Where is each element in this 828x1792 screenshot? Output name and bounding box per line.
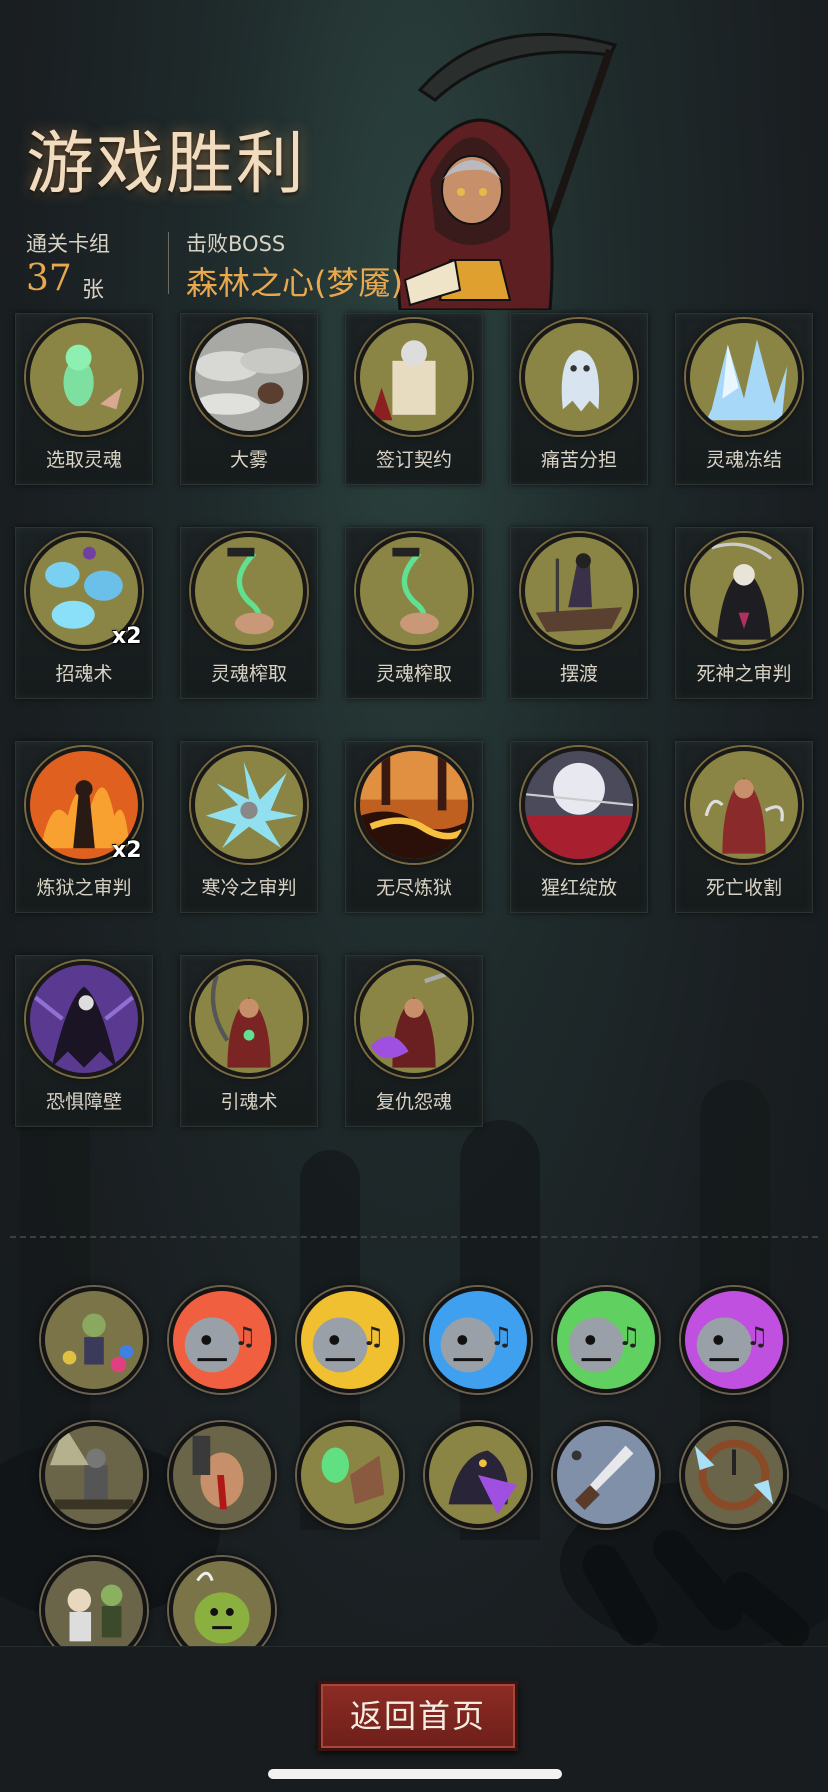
card-name: 复仇怨魂 [375, 1091, 452, 1113]
svg-text:♫: ♫ [618, 1322, 641, 1352]
footer-bar: 返回首页 [0, 1646, 828, 1792]
card-name: 选取灵魂 [45, 449, 122, 471]
deck-card[interactable]: 复仇怨魂 [345, 955, 483, 1127]
card-count-badge: x2 [112, 838, 142, 863]
deck-card[interactable]: 招魂术 x2 [15, 527, 153, 699]
card-art [356, 747, 472, 863]
deck-card[interactable]: 寒冷之审判 [180, 741, 318, 913]
card-art [26, 319, 142, 435]
deck-card[interactable]: 死亡收割 [675, 741, 813, 913]
red-flame-monster-icon[interactable]: ♫ [169, 1287, 275, 1393]
deck-card[interactable]: 灵魂榨取 [180, 527, 318, 699]
card-art [191, 533, 307, 649]
card-art [191, 961, 307, 1077]
deck-label: 通关卡组 [26, 232, 110, 256]
card-name: 签订契约 [375, 449, 452, 471]
card-art [26, 961, 142, 1077]
green-ghost-icon[interactable] [297, 1422, 403, 1528]
green-flame-monster-icon[interactable]: ♫ [553, 1287, 659, 1393]
deck-card[interactable]: 签订契约 [345, 313, 483, 485]
card-name: 引魂术 [220, 1091, 278, 1113]
svg-text:♫: ♫ [746, 1322, 769, 1352]
dagger-icon[interactable] [553, 1422, 659, 1528]
card-name: 寒冷之审判 [201, 877, 297, 899]
svg-text:♫: ♫ [490, 1322, 513, 1352]
card-art [356, 319, 472, 435]
purple-flame-monster-icon[interactable]: ♫ [681, 1287, 787, 1393]
card-art [521, 319, 637, 435]
spotlight-knight-icon[interactable] [41, 1422, 147, 1528]
deck-card[interactable]: 灵魂冻结 [675, 313, 813, 485]
svg-text:♫: ♫ [234, 1322, 257, 1352]
deck-card[interactable]: 痛苦分担 [510, 313, 648, 485]
victory-title: 游戏胜利 [26, 125, 307, 204]
deck-card[interactable]: 灵魂榨取 [345, 527, 483, 699]
card-name: 大雾 [229, 449, 268, 471]
victory-header: 游戏胜利 通关卡组 37 张 击败BOSS 森林之心(梦魇) [0, 0, 828, 310]
boss-name: 森林之心(梦魇) [186, 264, 403, 302]
card-art [521, 747, 637, 863]
deck-card[interactable]: 猩红绽放 [510, 741, 648, 913]
bloody-hand-icon[interactable] [169, 1422, 275, 1528]
section-divider [10, 1236, 818, 1238]
card-name: 猩红绽放 [540, 877, 617, 899]
card-name: 灵魂榨取 [210, 663, 287, 685]
card-name: 炼狱之审判 [36, 877, 132, 899]
card-name: 招魂术 [55, 663, 113, 685]
deck-card[interactable]: 摆渡 [510, 527, 648, 699]
party-zombie-icon[interactable] [41, 1287, 147, 1393]
card-name: 恐惧障壁 [45, 1091, 122, 1113]
card-name: 痛苦分担 [540, 449, 617, 471]
card-art [191, 747, 307, 863]
card-name: 灵魂冻结 [705, 449, 782, 471]
card-art [686, 533, 802, 649]
card-name: 灵魂榨取 [375, 663, 452, 685]
card-count-badge: x2 [112, 624, 142, 649]
card-name: 摆渡 [559, 663, 598, 685]
deck-count: 37 [26, 258, 72, 299]
card-name: 死神之审判 [696, 663, 792, 685]
frozen-dial-icon[interactable] [681, 1422, 787, 1528]
card-name: 无尽炼狱 [375, 877, 452, 899]
deck-card[interactable]: 引魂术 [180, 955, 318, 1127]
blue-flame-monster-icon[interactable]: ♫ [425, 1287, 531, 1393]
deck-unit: 张 [82, 278, 105, 303]
return-home-button[interactable]: 返回首页 [318, 1681, 518, 1751]
deck-card[interactable]: 死神之审判 [675, 527, 813, 699]
card-art [686, 319, 802, 435]
card-art [191, 319, 307, 435]
home-indicator [268, 1769, 562, 1779]
card-art [356, 533, 472, 649]
deck-card[interactable]: 恐惧障壁 [15, 955, 153, 1127]
header-divider [168, 232, 169, 294]
deck-card[interactable]: 选取灵魂 [15, 313, 153, 485]
yellow-flame-monster-icon[interactable]: ♫ [297, 1287, 403, 1393]
boss-label: 击败BOSS [186, 232, 286, 256]
purple-beast-icon[interactable] [425, 1422, 531, 1528]
card-name: 死亡收割 [705, 877, 782, 899]
card-art [356, 961, 472, 1077]
card-art [686, 747, 802, 863]
deck-card[interactable]: 大雾 [180, 313, 318, 485]
deck-card[interactable]: 炼狱之审判 x2 [15, 741, 153, 913]
card-art [521, 533, 637, 649]
svg-text:♫: ♫ [362, 1322, 385, 1352]
deck-card[interactable]: 无尽炼狱 [345, 741, 483, 913]
